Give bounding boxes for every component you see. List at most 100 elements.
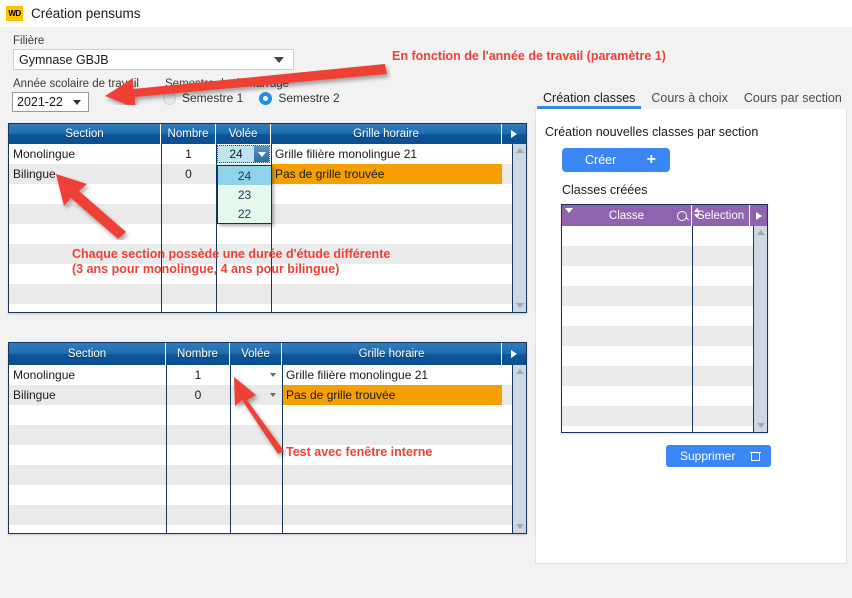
table-row-empty — [9, 425, 526, 445]
column-header-volee[interactable]: Volée — [216, 124, 271, 144]
filiere-dropdown[interactable]: Gymnase GBJB — [13, 49, 294, 70]
tab-creation-classes[interactable]: Création classes — [535, 91, 643, 109]
table-body — [562, 226, 767, 432]
cell-nombre: 1 — [194, 368, 202, 382]
plus-icon: + — [646, 151, 656, 168]
cell-grille-horaire: Pas de grille trouvée — [282, 385, 502, 405]
scroll-up-icon[interactable] — [516, 148, 524, 153]
table-row[interactable]: Bilingue 0 Pas de grille trouvée — [9, 385, 526, 405]
dropdown-option[interactable]: 22 — [218, 204, 271, 223]
table-row-empty — [562, 386, 767, 406]
annee-scolaire-value: 2021-22 — [17, 95, 63, 109]
table-row-empty — [9, 505, 526, 525]
table-row-empty — [9, 304, 526, 324]
table-header-row: Classe Selection — [562, 205, 767, 226]
scroll-up-icon[interactable] — [757, 230, 765, 235]
search-icon[interactable] — [677, 210, 687, 221]
cell-nombre: 1 — [185, 147, 192, 161]
annotation-text-2: Chaque section possède une durée d'étude… — [72, 247, 391, 276]
scroll-down-icon[interactable] — [516, 524, 524, 529]
annee-scolaire-dropdown[interactable]: 2021-22 — [12, 92, 89, 112]
supprimer-button[interactable]: Supprimer — [666, 445, 771, 467]
column-header-classe[interactable]: Classe — [562, 205, 692, 226]
column-header-grille-horaire[interactable]: Grille horaire — [282, 343, 502, 365]
windev-logo-icon: WD — [6, 6, 23, 21]
radio-semestre-1[interactable] — [163, 91, 176, 105]
table-row-empty — [9, 465, 526, 485]
classes-creees-table[interactable]: Classe Selection — [561, 204, 768, 433]
column-expand-button[interactable] — [502, 343, 526, 365]
column-header-section[interactable]: Section — [9, 343, 166, 365]
tab-strip: Création classes Cours à choix Cours par… — [531, 83, 847, 109]
volee-combo-active[interactable]: 24 — [217, 145, 270, 163]
volee-combo-button[interactable] — [254, 146, 269, 162]
column-header-grille-horaire[interactable]: Grille horaire — [271, 124, 502, 144]
tab-cours-a-choix[interactable]: Cours à choix — [643, 91, 735, 109]
sections-table-bottom[interactable]: Section Nombre Volée Grille horaire Mono… — [8, 342, 527, 534]
vertical-scrollbar[interactable] — [512, 365, 526, 533]
radio-semestre-2[interactable] — [259, 91, 273, 105]
column-header-nombre[interactable]: Nombre — [166, 343, 230, 365]
column-header-section[interactable]: Section — [9, 124, 161, 144]
creer-button[interactable]: Créer + — [562, 148, 670, 172]
column-expand-button[interactable] — [502, 124, 526, 144]
trash-icon — [750, 451, 761, 461]
table-row-empty — [562, 426, 767, 446]
chevron-right-icon — [755, 211, 762, 220]
window-title-bar: WD Création pensums — [0, 0, 852, 28]
dropdown-option[interactable]: 23 — [218, 185, 271, 204]
cell-grille-horaire: Pas de grille trouvée — [271, 164, 502, 184]
classes-creees-label: Classes créées — [562, 183, 648, 197]
table-row-empty — [9, 445, 526, 465]
chevron-down-icon — [565, 208, 573, 213]
table-row-empty — [9, 545, 526, 553]
table-row[interactable]: Monolingue 1 24 Grille filière monolingu… — [9, 144, 526, 164]
chevron-down-icon[interactable] — [270, 373, 276, 377]
table-row-empty — [562, 226, 767, 246]
table-row-empty — [9, 405, 526, 425]
cell-nombre: 0 — [194, 388, 202, 402]
chevron-down-icon[interactable] — [270, 393, 276, 397]
cell-volee[interactable] — [230, 365, 282, 385]
table-row[interactable]: Monolingue 1 Grille filière monolingue 2… — [9, 365, 526, 385]
cell-volee[interactable] — [230, 385, 282, 405]
semestre-demarrage-label: Semestre de démarrage — [165, 78, 290, 90]
table-body: Monolingue 1 Grille filière monolingue 2… — [9, 365, 526, 533]
column-header-nombre[interactable]: Nombre — [161, 124, 216, 144]
cell-section: Bilingue — [13, 388, 56, 402]
cell-nombre: 0 — [185, 167, 192, 181]
table-row-empty — [562, 366, 767, 386]
column-expand-button[interactable] — [750, 205, 767, 226]
volee-combo-value: 24 — [229, 147, 243, 161]
table-header-row: Section Nombre Volée Grille horaire — [9, 343, 526, 365]
table-row-empty — [562, 286, 767, 306]
column-header-classe-label: Classe — [608, 209, 645, 222]
column-header-selection-label: Selection — [696, 209, 745, 222]
cell-volee[interactable]: 24 — [216, 144, 271, 164]
tab-cours-par-section[interactable]: Cours par section — [736, 91, 850, 109]
table-row-empty — [562, 266, 767, 286]
vertical-scrollbar[interactable] — [512, 144, 526, 312]
supprimer-button-label: Supprimer — [680, 449, 736, 463]
vertical-scrollbar[interactable] — [753, 226, 767, 432]
tab-content-panel: Création nouvelles classes par section C… — [535, 109, 847, 564]
radio-semestre-1-label: Semestre 1 — [182, 91, 244, 105]
column-header-volee[interactable]: Volée — [230, 343, 282, 365]
scroll-down-icon[interactable] — [757, 423, 765, 428]
scroll-down-icon[interactable] — [516, 303, 524, 308]
volee-dropdown-list[interactable]: 24 23 22 — [217, 165, 272, 224]
annotation-text-1: En fonction de l'année de travail (param… — [392, 49, 666, 63]
column-header-selection[interactable]: Selection — [692, 205, 750, 226]
table-row-empty — [562, 306, 767, 326]
table-row-empty — [9, 485, 526, 505]
annee-scolaire-label: Année scolaire de travail — [13, 78, 139, 90]
filiere-value: Gymnase GBJB — [19, 52, 109, 67]
cell-grille-horaire: Grille filière monolingue 21 — [286, 368, 429, 382]
table-row-empty — [562, 406, 767, 426]
annotation-text-3: Test avec fenêtre interne — [286, 445, 433, 459]
dropdown-option[interactable]: 24 — [218, 166, 271, 185]
scroll-up-icon[interactable] — [516, 369, 524, 374]
table-row-empty — [562, 346, 767, 366]
semestre-radio-group: Semestre 1 Semestre 2 — [163, 91, 350, 105]
chevron-right-icon — [511, 350, 517, 358]
